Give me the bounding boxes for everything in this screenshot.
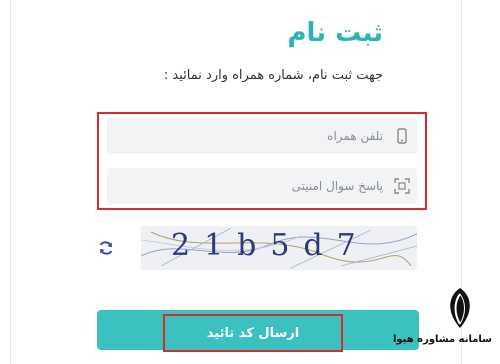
mobile-phone-icon [397,128,407,144]
watermark-logo: سامانه مشاوره هیوا [392,286,492,362]
watermark-text: سامانه مشاوره هیوا [392,334,492,345]
security-answer-input[interactable] [107,168,387,204]
input-highlight-box [97,112,427,210]
qr-scan-icon [394,178,410,194]
phone-field[interactable] [107,118,417,154]
refresh-icon[interactable] [97,239,115,257]
captcha-code: 21b5d7 [171,228,370,263]
page-title: ثبت نام [287,18,383,48]
security-answer-field[interactable] [107,168,417,204]
submit-button-label: ارسال کد تائید [163,314,343,352]
send-verification-code-button[interactable]: ارسال کد تائید [97,310,419,352]
pen-nib-logo-icon [450,288,470,328]
page: ثبت نام جهت ثبت نام، شماره همراه وارد نم… [0,0,500,364]
phone-input[interactable] [107,118,387,154]
captcha-row: 21b5d7 [97,226,427,270]
captcha-image: 21b5d7 [141,226,417,270]
signup-card: ثبت نام جهت ثبت نام، شماره همراه وارد نم… [10,0,462,364]
form-instructions: جهت ثبت نام، شماره همراه وارد نمائید : [163,68,383,83]
